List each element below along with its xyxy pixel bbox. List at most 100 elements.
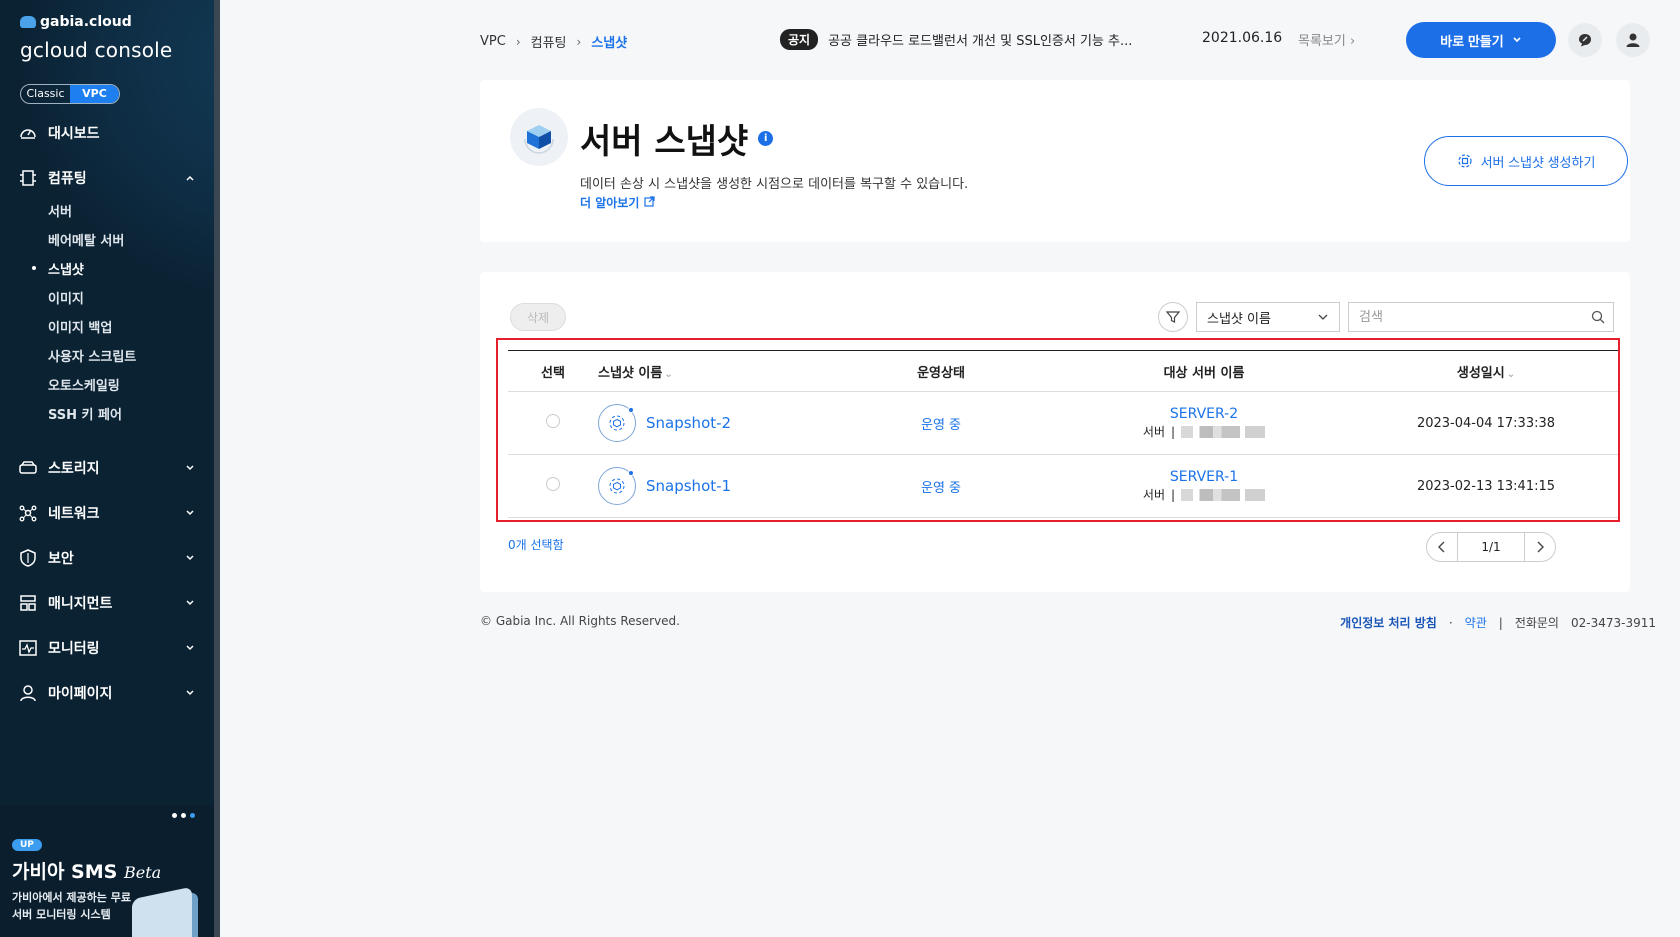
sidebar-sub-baremetal[interactable]: 베어메탈 서버	[48, 230, 124, 249]
sidebar: gabia.cloud gcloud console Classic VPC 대…	[0, 0, 220, 937]
column-header-name[interactable]: 스냅샷 이름 ⌄	[598, 350, 828, 392]
column-header-target-server: 대상 서버 이름	[1054, 350, 1354, 392]
terms-link[interactable]: 약관	[1465, 614, 1487, 631]
promo-banner[interactable]: UP 가비아 SMS Beta 가비아에서 제공하는 무료 서버 모니터링 시스…	[0, 805, 220, 937]
sidebar-item-monitoring[interactable]: 모니터링	[18, 634, 198, 662]
info-icon[interactable]: i	[758, 131, 774, 146]
chevron-down-icon[interactable]	[182, 460, 198, 476]
phone-label: 전화문의	[1514, 616, 1559, 630]
breadcrumb-compute[interactable]: 컴퓨팅	[531, 32, 567, 51]
chevron-down-icon	[1513, 37, 1521, 43]
notice-date: 2021.06.16	[1202, 30, 1283, 46]
sidebar-item-label: 컴퓨팅	[48, 171, 87, 187]
create-snapshot-label: 서버 스냅샷 생성하기	[1480, 154, 1596, 170]
console-title[interactable]: gcloud console	[20, 38, 172, 62]
mode-classic[interactable]: Classic	[21, 85, 70, 103]
page-title: 서버 스냅샷 i	[580, 114, 774, 163]
mode-vpc[interactable]: VPC	[70, 85, 119, 103]
chevron-left-icon	[1438, 541, 1445, 553]
search-icon[interactable]	[1591, 310, 1605, 324]
sort-icon[interactable]: ⌄	[1507, 369, 1515, 380]
table-row[interactable]: Snapshot-1 운영 중 SERVER-1 서버 | 2023-02-13 …	[508, 454, 1618, 518]
breadcrumb-separator-icon: ›	[576, 34, 582, 49]
target-server-link[interactable]: SERVER-1	[1054, 468, 1354, 486]
chevron-down-icon[interactable]	[182, 550, 198, 566]
sidebar-item-label: 네트워크	[48, 506, 100, 522]
snapshot-name-cell: Snapshot-1	[598, 454, 828, 518]
learn-more-link[interactable]: 더 알아보기	[580, 194, 655, 211]
sidebar-sub-snapshot[interactable]: 스냅샷	[32, 259, 84, 278]
sidebar-item-security[interactable]: 보안	[18, 544, 198, 572]
snapshot-name-link[interactable]: Snapshot-2	[598, 404, 828, 442]
status-dot-icon	[628, 470, 634, 476]
row-radio[interactable]	[546, 414, 560, 428]
column-header-created[interactable]: 생성일시 ⌄	[1354, 350, 1618, 392]
privacy-policy-link[interactable]: 개인정보 처리 방침	[1340, 614, 1437, 631]
sidebar-sub-ssh-keypair[interactable]: SSH 키 페어	[48, 404, 122, 423]
chevron-right-icon	[1537, 541, 1544, 553]
chevron-down-icon[interactable]	[182, 685, 198, 701]
management-icon	[18, 593, 38, 613]
row-select-cell	[508, 391, 598, 455]
search-input[interactable]	[1349, 303, 1569, 331]
status-badge: 운영 중	[920, 417, 961, 433]
sidebar-sub-image-backup[interactable]: 이미지 백업	[48, 317, 112, 336]
sidebar-sub-server[interactable]: 서버	[48, 201, 72, 220]
sidebar-item-label: 보안	[48, 551, 74, 567]
notice-text[interactable]: 공공 클라우드 로드밸런서 개선 및 SSL인증서 기능 추...	[828, 30, 1173, 49]
quick-create-button[interactable]: 바로 만들기	[1406, 22, 1556, 58]
sidebar-sub-user-script[interactable]: 사용자 스크립트	[48, 346, 136, 365]
user-icon	[1626, 33, 1640, 47]
prev-page-button[interactable]	[1427, 533, 1457, 561]
promo-title-suffix: Beta	[123, 863, 162, 882]
table-header-row: 선택 스냅샷 이름 ⌄ 운영상태 대상 서버 이름 생성일시 ⌄	[508, 350, 1618, 392]
filter-button[interactable]	[1158, 302, 1188, 332]
chevron-down-icon[interactable]	[182, 505, 198, 521]
promo-carousel-dots[interactable]	[172, 813, 195, 818]
account-button[interactable]	[1616, 23, 1650, 57]
sidebar-item-mypage[interactable]: 마이페이지	[18, 679, 198, 707]
status-dot-icon	[628, 407, 634, 413]
cloud-logo-icon	[20, 16, 36, 28]
sidebar-item-network[interactable]: 네트워크	[18, 499, 198, 527]
breadcrumb-vpc[interactable]: VPC	[480, 34, 506, 49]
snapshot-name: Snapshot-1	[646, 477, 732, 495]
sidebar-sub-autoscaling[interactable]: 오토스케일링	[48, 375, 120, 394]
monitor-illustration-icon	[132, 886, 192, 937]
chat-button[interactable]	[1568, 23, 1602, 57]
phone-number: 02-3473-3911	[1570, 615, 1656, 630]
chevron-up-icon[interactable]	[182, 170, 198, 186]
monitoring-icon	[18, 638, 38, 658]
chevron-down-icon[interactable]	[182, 640, 198, 656]
target-server-detail: 서버 |	[1054, 423, 1354, 441]
sidebar-item-storage[interactable]: 스토리지	[18, 454, 198, 482]
create-snapshot-button[interactable]: 서버 스냅샷 생성하기	[1424, 136, 1628, 186]
promo-text: 가비아에서 제공하는 무료 서버 모니터링 시스템	[12, 891, 131, 921]
sidebar-item-management[interactable]: 매니지먼트	[18, 589, 198, 617]
redacted-ip	[1181, 489, 1266, 501]
sidebar-item-compute[interactable]: 컴퓨팅	[18, 164, 198, 192]
server-type: 서버	[1142, 488, 1166, 502]
sidebar-background	[0, 0, 220, 520]
sidebar-item-label: 모니터링	[48, 641, 100, 657]
mode-toggle[interactable]: Classic VPC	[20, 84, 120, 104]
sidebar-scrollbar[interactable]	[214, 0, 220, 937]
delete-button[interactable]: 삭제	[510, 303, 566, 331]
sidebar-item-dashboard[interactable]: 대시보드	[18, 119, 198, 147]
gabia-logo[interactable]: gabia.cloud	[20, 14, 132, 30]
promo-badge: UP	[12, 839, 42, 851]
row-radio[interactable]	[546, 477, 560, 491]
chevron-down-icon[interactable]	[182, 595, 198, 611]
status-cell: 운영 중	[828, 454, 1054, 518]
sort-icon[interactable]: ⌄	[664, 369, 672, 380]
target-server-link[interactable]: SERVER-2	[1054, 405, 1354, 423]
snapshot-name-link[interactable]: Snapshot-1	[598, 467, 828, 505]
notice-list-link[interactable]: 목록보기 ›	[1298, 30, 1355, 49]
next-page-button[interactable]	[1525, 533, 1555, 561]
sidebar-sub-image[interactable]: 이미지	[48, 288, 84, 307]
table-row[interactable]: Snapshot-2 운영 중 SERVER-2 서버 | 2023-04-04 …	[508, 391, 1618, 455]
quick-create-label: 바로 만들기	[1440, 33, 1504, 49]
target-server-cell: SERVER-2 서버 |	[1054, 391, 1354, 455]
notice-bar[interactable]: 공지 공공 클라우드 로드밸런서 개선 및 SSL인증서 기능 추...	[780, 29, 1173, 50]
search-field-select[interactable]: 스냅샷 이름	[1196, 302, 1340, 332]
